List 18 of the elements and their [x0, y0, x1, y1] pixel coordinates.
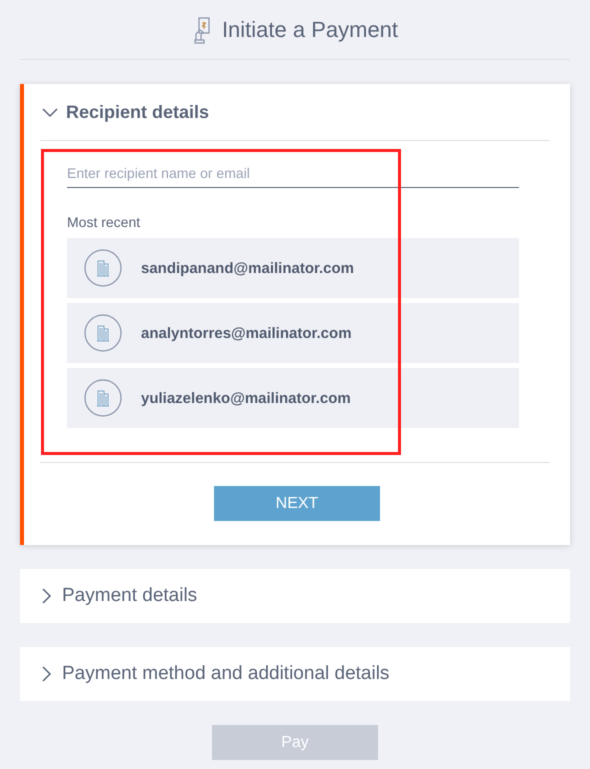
section-title: Payment method and additional details	[62, 663, 390, 685]
recipient-email: analyntorres@mailinator.com	[141, 324, 352, 342]
recipient-search-field[interactable]: Enter recipient name or email	[67, 161, 519, 188]
recipient-item[interactable]: analyntorres@mailinator.com	[67, 303, 519, 363]
building-icon	[84, 379, 122, 417]
section-title: Payment details	[62, 585, 198, 607]
recent-label: Most recent	[67, 214, 142, 230]
page-title: Initiate a Payment	[222, 16, 398, 42]
recipient-item[interactable]: yuliazelenko@mailinator.com	[67, 368, 519, 428]
section-header[interactable]: Payment method and additional details	[20, 647, 570, 701]
recipient-email: yuliazelenko@mailinator.com	[141, 390, 351, 406]
recipient-email: sandipanand@mailinator.com	[141, 260, 354, 276]
section-header[interactable]: Recipient details	[40, 84, 550, 141]
section-title: Recipient details	[66, 102, 210, 122]
section-header[interactable]: Payment details	[20, 569, 570, 623]
building-icon	[84, 249, 122, 287]
recipient-item[interactable]: sandipanand@mailinator.com	[67, 238, 519, 298]
building-icon	[84, 314, 122, 352]
